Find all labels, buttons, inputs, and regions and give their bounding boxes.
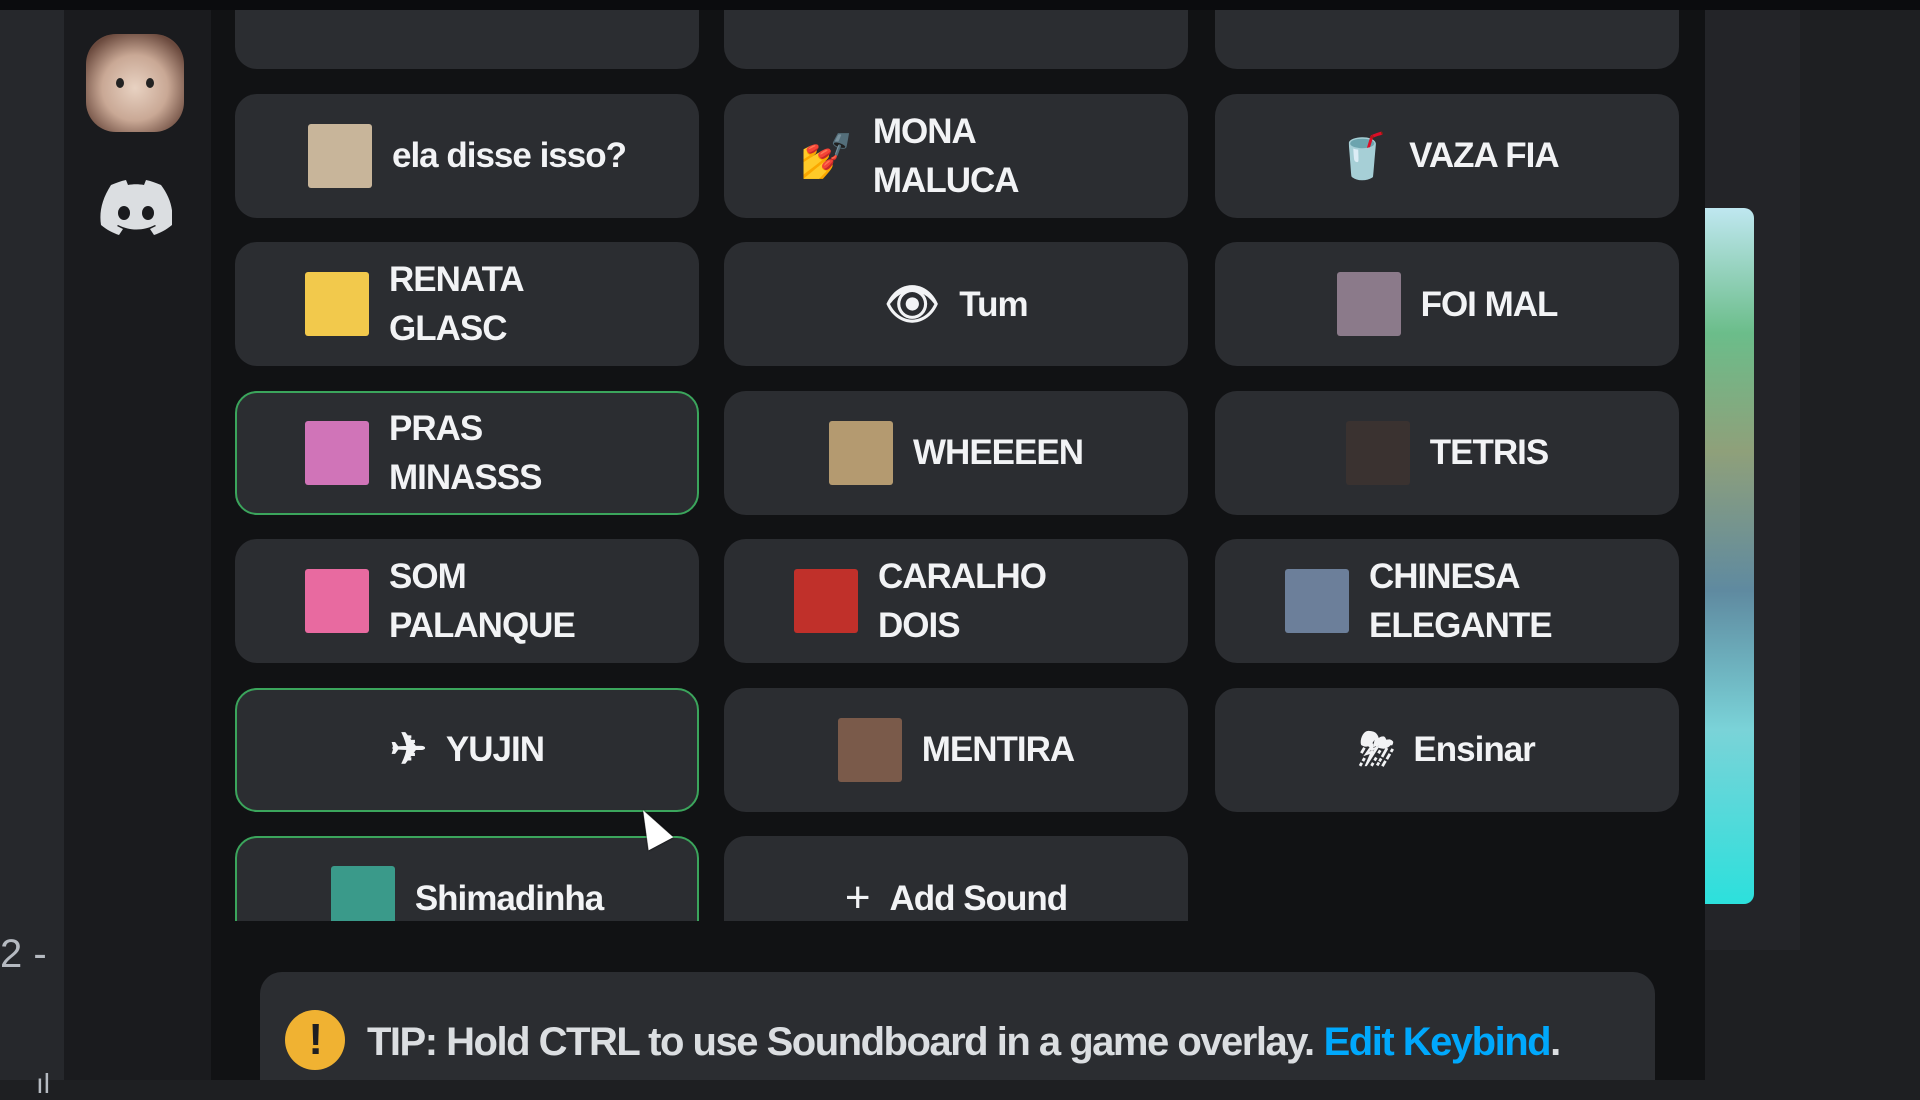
sound-button[interactable]: 🥤 VAZA FIA <box>1215 93 1679 218</box>
sound-label: MONA MALUCA <box>872 111 1020 200</box>
sound-button[interactable]: SOM PALANQUE <box>235 539 699 663</box>
sound-button[interactable]: RENATA GLASC <box>235 242 699 366</box>
partial-channel-text: 2 - <box>0 932 47 976</box>
eye-emoji-icon: 👁 <box>884 280 940 329</box>
sound-button[interactable]: MENTIRA <box>724 687 1188 812</box>
signal-bars-icon: ıl <box>36 1068 50 1099</box>
discord-home-icon[interactable] <box>100 180 172 236</box>
sound-label: SOM PALANQUE <box>389 557 576 645</box>
sound-label: CARALHO DOIS <box>878 557 1047 645</box>
sound-button[interactable]: PRAS MINASSS <box>235 390 699 515</box>
sound-button[interactable]: 👁 Tum <box>724 242 1188 366</box>
channel-sidebar-edge: 2 - ıl <box>0 10 64 1099</box>
sound-button[interactable]: CHINESA ELEGANTE <box>1215 539 1679 663</box>
sound-grid: ela disse isso? 💅 MONA MALUCA 🥤 VAZA FIA RENA… <box>211 10 1705 921</box>
sound-thumbnail-icon <box>307 123 372 188</box>
tip-suffix: . <box>1550 1019 1561 1064</box>
sound-thumbnail-icon <box>1345 420 1410 485</box>
sound-label: WHEEEEN <box>913 433 1084 472</box>
sound-button[interactable]: CARALHO DOIS <box>724 539 1188 663</box>
sound-button-partial[interactable] <box>724 10 1188 69</box>
sound-label: YUJIN <box>445 730 545 769</box>
top-bar <box>0 0 1920 10</box>
server-list <box>64 10 211 1080</box>
nail-polish-emoji-icon: 💅 <box>799 131 854 181</box>
edit-keybind-link[interactable]: Edit Keybind <box>1324 1020 1552 1065</box>
sound-thumbnail-icon <box>829 420 894 485</box>
soundboard-panel: ela disse isso? 💅 MONA MALUCA 🥤 VAZA FIA RENA… <box>211 10 1705 1080</box>
add-sound-button[interactable]: + Add Sound <box>724 836 1188 921</box>
sound-label: ela disse isso? <box>391 136 627 175</box>
sound-button[interactable]: Shimadinha <box>235 836 699 921</box>
sound-thumbnail-icon <box>305 569 369 633</box>
tip-banner: ! TIP: Hold CTRL to use Soundboard in a … <box>260 972 1655 1080</box>
warning-icon: ! <box>285 1010 345 1070</box>
sound-label: RENATA GLASC <box>389 260 523 348</box>
sound-label: PRAS MINASSS <box>389 408 542 497</box>
sound-thumbnail-icon <box>305 272 369 336</box>
sound-label: Shimadinha <box>414 878 604 918</box>
sound-button[interactable]: 💅 MONA MALUCA <box>724 93 1188 218</box>
sound-label: Tum <box>959 284 1028 324</box>
sound-thumbnail-icon <box>1336 272 1401 336</box>
thunder-cloud-emoji-icon: ⛈ <box>1359 724 1394 774</box>
sound-button-partial[interactable] <box>235 10 699 69</box>
sound-label: Ensinar <box>1413 730 1535 769</box>
sound-thumbnail-icon <box>330 866 395 921</box>
tip-text: Hold CTRL to use Soundboard in a game ov… <box>446 1019 1315 1064</box>
sound-label: VAZA FIA <box>1409 136 1559 175</box>
server-avatar[interactable] <box>86 34 184 132</box>
sound-thumbnail-icon <box>305 420 369 485</box>
sound-label: CHINESA ELEGANTE <box>1369 557 1553 645</box>
plus-icon: + <box>844 873 871 921</box>
sound-label: FOI MAL <box>1420 284 1559 324</box>
add-sound-label: Add Sound <box>889 878 1069 918</box>
sound-button[interactable]: TETRIS <box>1215 390 1679 515</box>
airplane-emoji-icon: ✈ <box>390 725 427 774</box>
sound-thumbnail-icon <box>837 717 902 782</box>
sound-button[interactable]: FOI MAL <box>1215 242 1679 366</box>
sound-thumbnail-icon <box>1285 569 1349 633</box>
tropical-drink-emoji-icon: 🥤 <box>1335 131 1390 181</box>
background-image <box>1705 208 1754 904</box>
sound-button-partial[interactable] <box>1215 10 1679 69</box>
sound-button[interactable]: ela disse isso? <box>235 93 699 218</box>
sound-button[interactable]: ✈ YUJIN <box>235 687 699 812</box>
sound-button[interactable]: ⛈ Ensinar <box>1215 687 1679 812</box>
sound-label: MENTIRA <box>921 730 1075 769</box>
tip-prefix: TIP: <box>367 1019 438 1064</box>
sound-button[interactable]: WHEEEEN <box>724 390 1188 515</box>
sound-thumbnail-icon <box>794 569 858 633</box>
sound-label: TETRIS <box>1429 433 1549 472</box>
